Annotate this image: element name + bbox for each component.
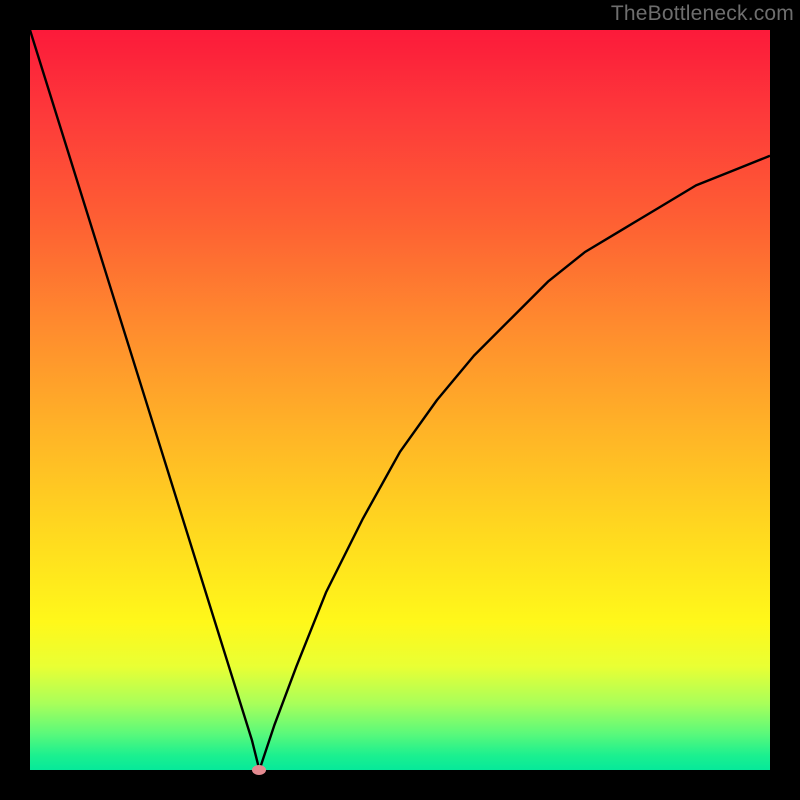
chart-frame: TheBottleneck.com — [0, 0, 800, 800]
minimum-marker — [252, 765, 266, 775]
chart-plot-area — [30, 30, 770, 770]
watermark-text: TheBottleneck.com — [611, 2, 794, 26]
bottleneck-curve — [30, 30, 770, 770]
